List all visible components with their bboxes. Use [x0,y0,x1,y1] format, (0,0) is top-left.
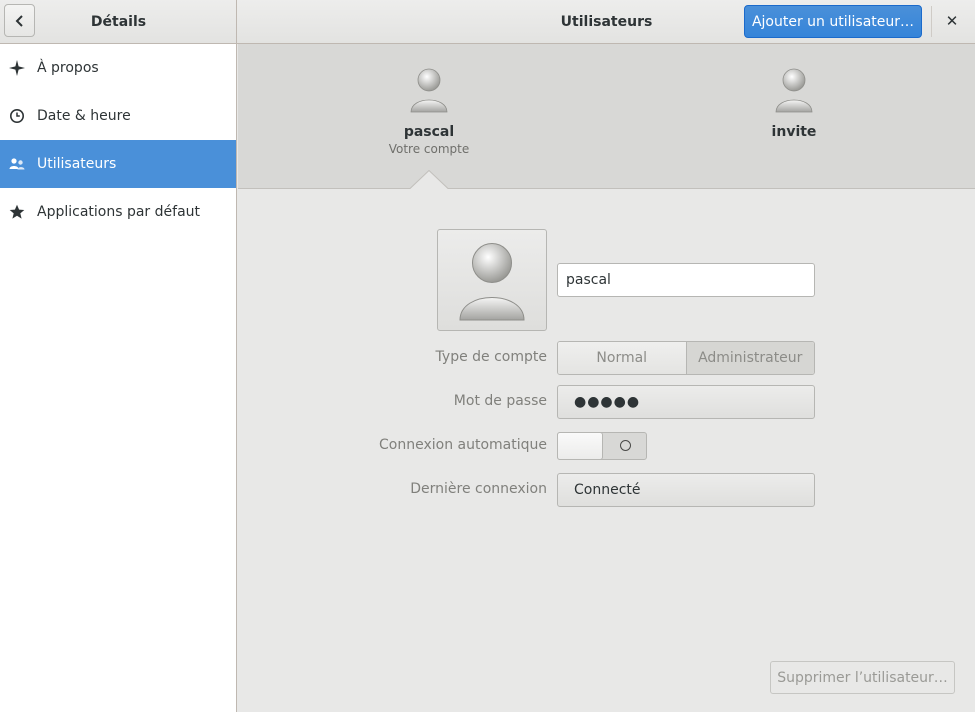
sidebar-item-a-propos[interactable]: À propos [0,44,236,92]
password-button[interactable]: ●●●●● [557,385,815,419]
last-login-button[interactable]: Connecté [557,473,815,507]
password-value: ●●●●● [574,394,641,410]
back-button[interactable] [4,4,35,37]
user-subtitle: Votre compte [388,142,470,156]
sidebar-item-label: Applications par défaut [37,204,201,220]
sidebar-title: Détails [90,13,147,30]
user-name-field[interactable]: pascal [557,263,815,297]
account-type-administrateur[interactable]: Administrateur [685,342,814,374]
selected-user-pointer [409,170,449,190]
close-button[interactable]: ✕ [937,6,967,36]
user-avatar-button[interactable] [437,229,547,331]
sidebar-item-label: À propos [37,60,99,76]
avatar-icon [775,68,813,113]
autologin-switch[interactable] [557,432,647,460]
header-bar: Détails Utilisateurs Ajouter un utilisat… [0,0,975,44]
user-name: invite [771,124,817,140]
avatar-icon [410,68,448,113]
users-icon [8,156,25,173]
star-icon [8,204,25,221]
switch-off-icon [620,440,631,451]
sidebar-header: Détails [0,0,237,43]
add-user-button[interactable]: Ajouter un utilisateur… [744,5,922,38]
avatar-icon [459,243,525,321]
header-separator [931,6,932,37]
sidebar: À propos Date & heure Utilisateurs Appli… [0,44,237,712]
sidebar-item-label: Date & heure [37,108,131,124]
password-label: Mot de passe [453,393,547,409]
delete-user-button[interactable]: Supprimer l’utilisateur… [770,661,955,694]
user-item-invite[interactable]: invite [724,66,864,140]
sidebar-item-label: Utilisateurs [37,156,117,172]
sparkle-icon [8,60,25,77]
user-name-value: pascal [566,272,611,288]
user-item-pascal[interactable]: pascal Votre compte [359,66,499,156]
user-list: pascal Votre compte invite [238,44,975,190]
sidebar-item-applications-defaut[interactable]: Applications par défaut [0,188,236,236]
chevron-left-icon [15,14,23,27]
last-login-label: Dernière connexion [410,481,547,497]
clock-icon [8,108,25,125]
user-details-panel: pascal Type de compte Normal Administrat… [238,190,975,712]
sidebar-item-utilisateurs[interactable]: Utilisateurs [0,140,236,188]
autologin-label: Connexion automatique [379,437,547,453]
last-login-value: Connecté [574,482,641,498]
switch-knob [557,432,603,460]
close-icon: ✕ [945,12,959,30]
account-type-label: Type de compte [435,349,547,365]
account-type-selector: Normal Administrateur [557,341,815,375]
user-name: pascal [403,124,455,140]
account-type-normal[interactable]: Normal [558,342,686,374]
sidebar-item-date-heure[interactable]: Date & heure [0,92,236,140]
